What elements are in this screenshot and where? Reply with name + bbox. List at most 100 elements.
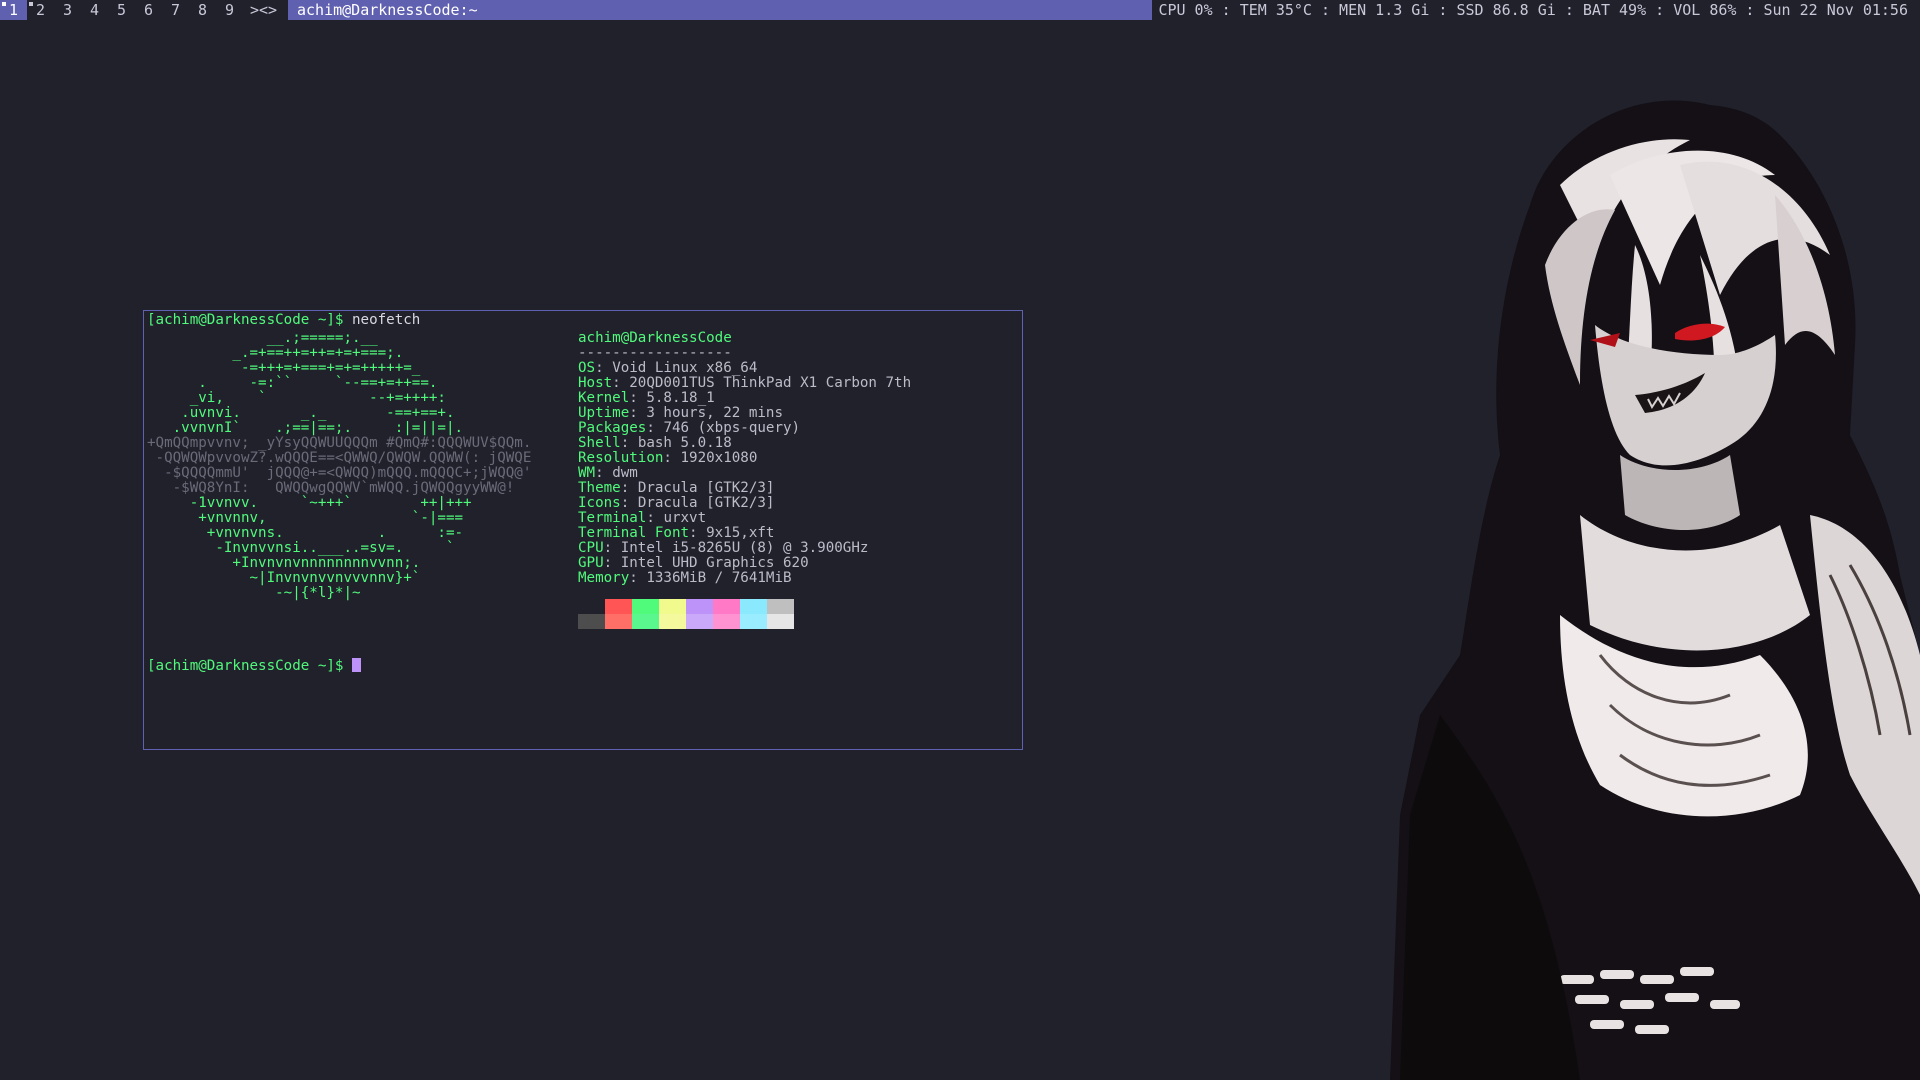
user-host: achim@DarknessCode [578,330,732,346]
window-title: achim@DarknessCode:~ [288,0,1152,20]
text-cursor [352,658,362,672]
palette-swatch [578,599,605,614]
palette-swatch [767,599,794,614]
info-value: 20QD001TUS ThinkPad X1 Carbon 7th [629,375,912,391]
info-row: Memory: 1336MiB / 7641MiB [578,570,792,586]
tag-label: 3 [62,1,73,19]
info-value: 5.8.18_1 [646,390,715,406]
info-key: Theme [578,480,621,496]
neofetch-info: achim@DarknessCode ------------------ OS… [578,331,911,586]
tag-label: 9 [224,1,235,19]
tag-label: 8 [197,1,208,19]
workspace-tag-6[interactable]: 6 [135,0,162,20]
tag-label: 7 [170,1,181,19]
prompt-line[interactable]: [achim@DarknessCode ~]$ [147,658,362,674]
info-value: urxvt [663,510,707,526]
info-row: Packages: 746 (xbps-query) [578,420,801,436]
info-row: OS: Void Linux x86_64 [578,360,758,376]
info-value: Intel UHD Graphics 620 [620,555,809,571]
info-key: Packages [578,420,647,436]
info-row: Terminal: urxvt [578,510,707,526]
logo-line: -1vvnvv. `~+++` ++|+++ [147,495,472,511]
info-key: WM [578,465,596,481]
palette-swatch-bright [686,614,713,629]
command-line: [achim@DarknessCode ~]$ neofetch [147,313,420,328]
prompt: [achim@DarknessCode ~]$ [147,312,344,328]
info-key: Resolution [578,450,664,466]
workspace-tag-7[interactable]: 7 [162,0,189,20]
workspace-tag-9[interactable]: 9 [216,0,243,20]
tag-label: 4 [89,1,100,19]
system-status: CPU 0% : TEM 35°C : MEN 1.3 Gi : SSD 86.… [1158,1,1908,19]
separator: ------------------ [578,345,732,361]
info-value: Dracula [GTK2/3] [637,480,775,496]
logo-line: -~|{*l}*|~ [147,585,361,601]
info-key: Host [578,375,613,391]
palette-swatch-bright [713,614,740,629]
info-key: Memory [578,570,630,586]
logo-line: -$QQQQmmU' jQQQ@+=<QWQQ)mQQQ.mQQQC+;jWQQ… [147,465,532,481]
logo-line: .uvnvi. _._ -==+==+. [147,405,455,421]
workspace-tag-3[interactable]: 3 [54,0,81,20]
workspace-tag-5[interactable]: 5 [108,0,135,20]
info-value: 1920x1080 [680,450,758,466]
palette-swatch-bright [632,614,659,629]
info-value: dwm [612,465,638,481]
info-row: GPU: Intel UHD Graphics 620 [578,555,809,571]
workspace-tag-1[interactable]: 1 [0,0,27,20]
info-key: Icons [578,495,621,511]
info-row: Theme: Dracula [GTK2/3] [578,480,775,496]
info-key: OS [578,360,596,376]
wallpaper-anime-character [1390,100,1920,1080]
info-key: CPU [578,540,604,556]
logo-line: .vvnvnI` .;==|==;. :|=||=|. [147,420,464,436]
workspace-tags: 1 2 3 4 5 6 7 8 9 ><> [0,0,286,20]
logo-line: -Invnvvnsi..___..=sv=. ` [147,540,455,556]
info-row: Kernel: 5.8.18_1 [578,390,715,406]
info-value: Void Linux x86_64 [612,360,758,376]
info-key: Shell [578,435,621,451]
info-row: Shell: bash 5.0.18 [578,435,732,451]
info-key: Uptime [578,405,630,421]
workspace-tag-4[interactable]: 4 [81,0,108,20]
logo-line: -=+++=+===+=+=+++++=_ [147,360,421,376]
info-value: 3 hours, 22 mins [646,405,784,421]
occupied-indicator [2,2,6,6]
info-row: CPU: Intel i5-8265U (8) @ 3.900GHz [578,540,869,556]
workspace-tag-2[interactable]: 2 [27,0,54,20]
info-row: Host: 20QD001TUS ThinkPad X1 Carbon 7th [578,375,912,391]
info-value: bash 5.0.18 [637,435,732,451]
logo-line: _.=+==++=++=+=+===;. [147,345,404,361]
palette-swatch [686,599,713,614]
info-key: Terminal [578,510,647,526]
info-value: Intel i5-8265U (8) @ 3.900GHz [620,540,869,556]
palette-swatch-bright [767,614,794,629]
info-value: 9x15,xft [706,525,775,541]
tag-label: 1 [8,1,19,19]
status-bar: 1 2 3 4 5 6 7 8 9 ><> achim@DarknessCode:~ CPU 0%… [0,0,1920,20]
info-row: Resolution: 1920x1080 [578,450,758,466]
logo-line: _vi, ` --+=++++: [147,390,446,406]
void-linux-logo: __.;=====;.__ _.=+==++=++=+=+===;. -=+++… [147,331,531,601]
layout-symbol[interactable]: ><> [243,0,286,20]
tag-label: 5 [116,1,127,19]
palette-swatch [659,599,686,614]
info-value: 1336MiB / 7641MiB [646,570,792,586]
info-value: Dracula [GTK2/3] [637,495,775,511]
workspace-tag-8[interactable]: 8 [189,0,216,20]
logo-line: +Invnvnvnnnnnnnnvvnn;. [147,555,421,571]
info-key: GPU [578,555,604,571]
palette-swatch [740,599,767,614]
logo-line: . -=:`` `--==+=++==. [147,375,438,391]
tag-label: 6 [143,1,154,19]
occupied-indicator [29,2,33,6]
info-row: Icons: Dracula [GTK2/3] [578,495,775,511]
info-key: Terminal Font [578,525,690,541]
palette-swatch-bright [578,614,605,629]
palette-swatch [605,599,632,614]
terminal-window[interactable]: [achim@DarknessCode ~]$ neofetch __.;===… [143,310,1023,750]
logo-line: +vnvnnv, `-|=== [147,510,464,526]
palette-swatch-bright [605,614,632,629]
logo-line: __.;=====;.__ [147,330,378,346]
palette-swatch [713,599,740,614]
